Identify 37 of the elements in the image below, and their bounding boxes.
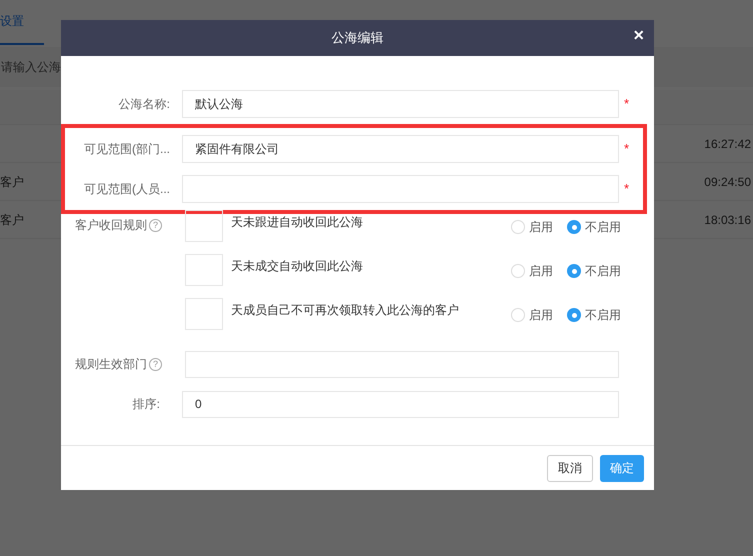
field-label: 可见范围(人员...	[83, 181, 171, 198]
required-mark: *	[624, 140, 630, 158]
radio-option[interactable]: 不启用	[567, 218, 621, 236]
text-field[interactable]	[182, 175, 619, 203]
field-label: 客户收回规则	[75, 217, 147, 234]
help-icon: ?	[149, 218, 162, 232]
rule-text: 天未成交自动收回此公海	[231, 258, 364, 275]
help-icon: ?	[149, 358, 162, 370]
field-label: 公海名称:	[118, 96, 171, 113]
radio-option[interactable]: 启用	[511, 218, 553, 236]
radio-option[interactable]: 启用	[511, 306, 553, 324]
text-field[interactable]	[185, 350, 619, 378]
text-field[interactable]: 默认公海	[182, 90, 619, 118]
radio-option[interactable]: 不启用	[567, 262, 621, 280]
table-cell-text: 09:24:50	[704, 174, 751, 190]
table-cell-text: 18:03:16	[704, 212, 751, 228]
rule-text: 天未跟进自动收回此公海	[231, 214, 364, 231]
text-field[interactable]: 0	[182, 390, 619, 418]
required-mark: *	[624, 95, 630, 114]
days-field[interactable]	[185, 298, 223, 330]
dialog-title: 公海编辑	[332, 29, 384, 48]
table-cell-text: 16:27:42	[704, 136, 751, 152]
search-field[interactable]: 请输入公海	[1, 58, 61, 76]
close-button[interactable]: ×	[633, 26, 644, 44]
radio-option[interactable]: 启用	[511, 262, 553, 280]
field-label: 规则生效部门	[75, 356, 147, 373]
table-cell-text: 客户	[0, 212, 24, 228]
cancel-button[interactable]: 取消	[547, 454, 593, 482]
required-mark: *	[624, 180, 630, 198]
table-cell-text: 客户	[0, 174, 24, 190]
radio-option[interactable]: 不启用	[567, 306, 621, 324]
days-field[interactable]	[185, 254, 223, 286]
text-field[interactable]: 紧固件有限公司	[182, 135, 619, 163]
field-label: 可见范围(部门...	[83, 141, 171, 158]
field-label: 排序:	[132, 396, 161, 413]
rule-text: 天成员自己不可再次领取转入此公海的客户	[231, 302, 460, 319]
days-field[interactable]	[185, 210, 223, 242]
